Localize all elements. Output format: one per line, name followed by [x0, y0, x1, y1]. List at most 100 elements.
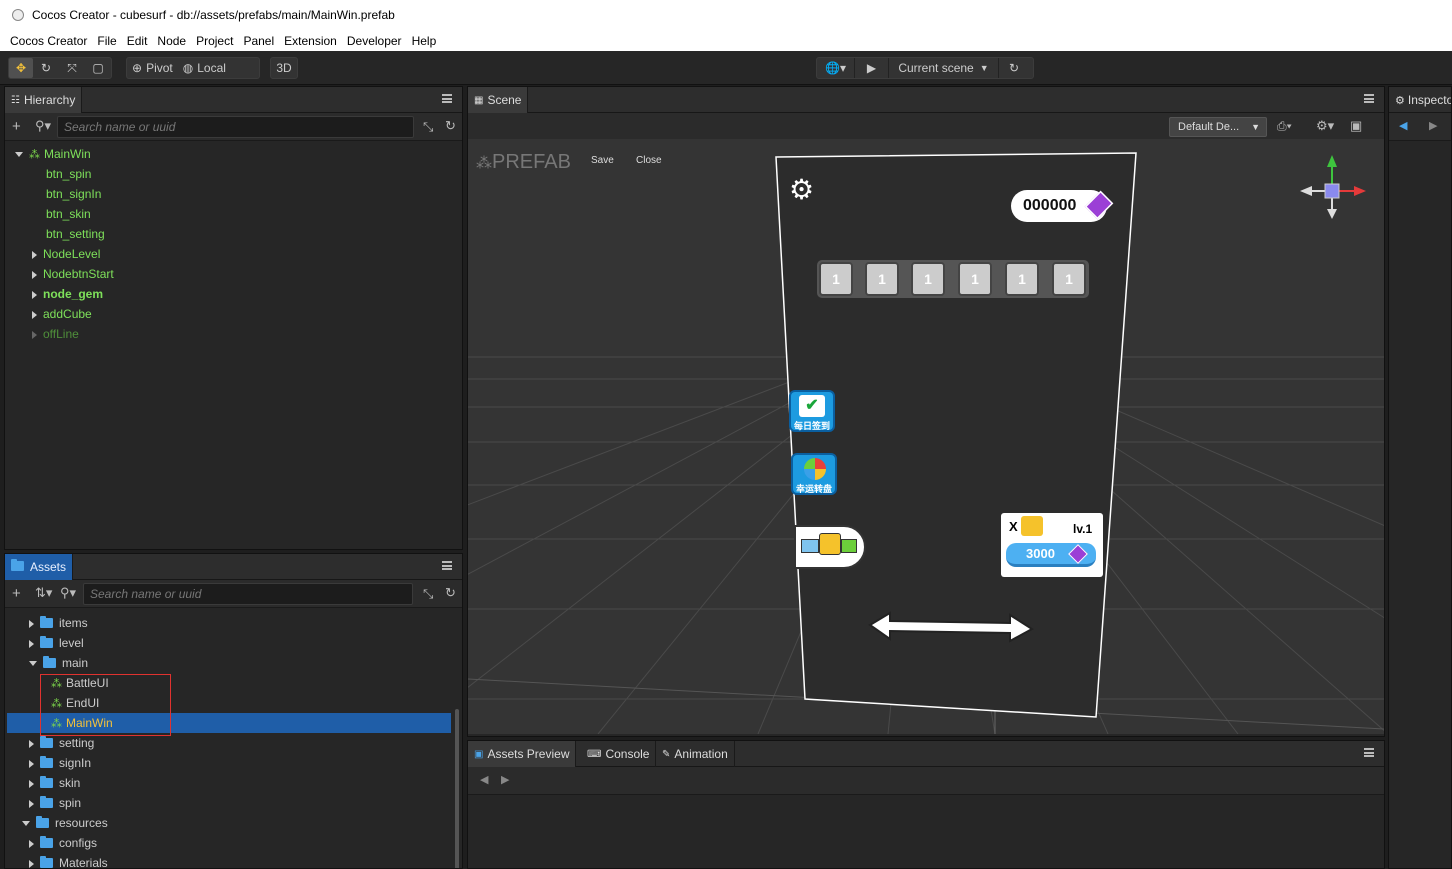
lucky-wheel-button[interactable]: 幸运转盘 — [791, 453, 837, 495]
slot-tile: 1 — [865, 262, 899, 296]
globe-small-icon: ◍ — [182, 61, 194, 75]
tree-item-offline[interactable]: offLine — [32, 324, 79, 344]
prefab-close-button[interactable]: Close — [636, 155, 662, 166]
rect-tool-icon[interactable]: ▢ — [85, 58, 111, 78]
folder-icon — [40, 635, 53, 648]
chevron-down-icon: ▼ — [1251, 122, 1260, 132]
tab-scene[interactable]: ▦ Scene — [468, 87, 529, 113]
menu-panel[interactable]: Panel — [243, 34, 274, 48]
tree-item[interactable]: btn_spin — [46, 164, 91, 184]
scene-select[interactable]: Current scene ▼ — [889, 58, 999, 78]
tree-root-mainwin[interactable]: ⁂ MainWin — [15, 144, 91, 164]
asset-folder-level[interactable]: level — [29, 633, 84, 653]
assets-panel: Assets + ⇅▾ ⚲▾ Search name or uuid ⤡ ↻ i… — [4, 553, 463, 869]
asset-folder-resources[interactable]: resources — [22, 813, 108, 833]
tree-item-node-gem[interactable]: node_gem — [32, 284, 103, 304]
back-arrow-icon[interactable]: ◀ — [1399, 119, 1407, 132]
tab-inspector[interactable]: ⚙ Inspecto — [1389, 87, 1451, 113]
tree-item-nodelevel[interactable]: NodeLevel — [32, 244, 100, 264]
device-select-label: Default De... — [1178, 121, 1240, 133]
expand-icon — [32, 270, 37, 279]
orientation-gizmo[interactable] — [1294, 153, 1374, 233]
add-cube-button[interactable] — [794, 525, 866, 569]
tab-scene-label: Scene — [487, 93, 522, 107]
console-icon: ⌨ — [587, 748, 602, 760]
prefab-save-button[interactable]: Save — [591, 155, 614, 166]
assets-menu-icon[interactable] — [442, 561, 452, 570]
move-tool-icon[interactable]: ✥ — [9, 58, 33, 78]
asset-folder-skin[interactable]: skin — [29, 773, 80, 793]
animation-icon: ✎ — [662, 748, 671, 760]
menu-developer[interactable]: Developer — [347, 34, 402, 48]
chevron-right-icon[interactable]: ▶ — [501, 773, 509, 786]
tab-animation[interactable]: ✎ Animation — [656, 741, 735, 767]
tree-item-label: NodebtnStart — [43, 267, 114, 281]
folder-icon — [36, 815, 49, 828]
refresh-icon[interactable]: ↻ — [999, 58, 1029, 78]
pivot-button[interactable]: ⊕ Pivot — [127, 58, 178, 78]
gear-icon[interactable]: ⚙▾ — [1316, 118, 1334, 134]
platform-globe-icon[interactable]: 🌐▾ — [817, 58, 855, 78]
rotate-tool-icon[interactable]: ↻ — [33, 58, 59, 78]
tree-item[interactable]: btn_setting — [46, 224, 105, 244]
refresh-assets-icon[interactable]: ↻ — [445, 585, 456, 601]
tree-item-label: NodeLevel — [43, 247, 101, 261]
scene-viewport[interactable]: ⁂PREFAB Save Close ⚙ 000000 1 1 1 1 1 1 … — [468, 139, 1384, 734]
asset-folder-spin[interactable]: spin — [29, 793, 81, 813]
upgrade-card[interactable]: X lv.1 3000 — [1001, 513, 1103, 577]
refresh-hierarchy-icon[interactable]: ↻ — [445, 118, 456, 134]
chevron-left-icon[interactable]: ◀ — [480, 773, 488, 786]
hierarchy-search-input[interactable]: Search name or uuid — [57, 116, 414, 138]
menu-cocos-creator[interactable]: Cocos Creator — [10, 34, 87, 48]
asset-folder-items[interactable]: items — [29, 613, 88, 633]
asset-label: Materials — [59, 856, 108, 869]
forward-arrow-icon[interactable]: ▶ — [1429, 119, 1437, 132]
bottom-panel: ▣ Assets Preview ⌨ Console ✎ Animation ◀ ▶ — [467, 740, 1385, 869]
tab-assets-preview[interactable]: ▣ Assets Preview — [468, 741, 577, 767]
asset-label: signIn — [59, 756, 92, 770]
tab-label: Assets Preview — [487, 747, 570, 761]
add-node-icon[interactable]: + — [12, 118, 21, 135]
add-asset-icon[interactable]: + — [12, 585, 21, 602]
collapse-icon[interactable]: ⤡ — [423, 119, 433, 135]
hierarchy-menu-icon[interactable] — [442, 94, 452, 103]
assets-scrollbar[interactable] — [455, 709, 459, 868]
tree-item-addcube[interactable]: addCube — [32, 304, 92, 324]
scene-menu-icon[interactable] — [1364, 94, 1374, 103]
settings-gear-icon[interactable]: ⚙ — [789, 173, 814, 206]
device-select[interactable]: Default De... ▼ — [1169, 117, 1267, 137]
asset-folder-configs[interactable]: configs — [29, 833, 97, 853]
collapse-icon[interactable]: ⤡ — [423, 586, 433, 602]
menu-edit[interactable]: Edit — [127, 34, 148, 48]
asset-folder-signin[interactable]: signIn — [29, 753, 91, 773]
assets-search-input[interactable]: Search name or uuid — [83, 583, 413, 605]
menu-extension[interactable]: Extension — [284, 34, 337, 48]
sort-icon[interactable]: ⇅▾ — [35, 585, 52, 601]
tree-item[interactable]: btn_signIn — [46, 184, 101, 204]
camera-icon[interactable]: ⎙▾ — [1277, 119, 1292, 134]
local-button[interactable]: ◍ Local — [178, 58, 231, 78]
search-type-icon[interactable]: ⚲▾ — [60, 585, 76, 601]
menu-node[interactable]: Node — [157, 34, 186, 48]
menu-file[interactable]: File — [97, 34, 116, 48]
asset-label: configs — [59, 836, 98, 850]
tab-hierarchy[interactable]: ☷ Hierarchy — [5, 87, 83, 113]
asset-folder-main[interactable]: main — [29, 653, 88, 673]
main-toolbar: ✥ ↻ ⤧ ▢ ⊕ Pivot ◍ Local 3D 🌐▾ ▶ Current sc… — [0, 51, 1452, 85]
mode-3d-button[interactable]: 3D — [270, 57, 298, 79]
tab-console[interactable]: ⌨ Console — [581, 741, 657, 767]
play-icon[interactable]: ▶ — [855, 58, 889, 78]
asset-folder-setting[interactable]: setting — [29, 733, 94, 753]
search-type-icon[interactable]: ⚲▾ — [35, 118, 51, 134]
scale-tool-icon[interactable]: ⤧ — [59, 58, 85, 78]
tree-item-nodebtnstart[interactable]: NodebtnStart — [32, 264, 114, 284]
bottom-menu-icon[interactable] — [1364, 748, 1374, 757]
daily-signin-button[interactable]: ✔ 每日签到 — [789, 390, 835, 432]
tab-assets[interactable]: Assets — [5, 554, 74, 580]
checkmark-icon: ✔ — [799, 395, 825, 417]
menu-help[interactable]: Help — [412, 34, 437, 48]
menu-project[interactable]: Project — [196, 34, 233, 48]
asset-folder-materials[interactable]: Materials — [29, 853, 108, 869]
tree-item[interactable]: btn_skin — [46, 204, 91, 224]
layout-icon[interactable]: ▣ — [1350, 118, 1362, 134]
